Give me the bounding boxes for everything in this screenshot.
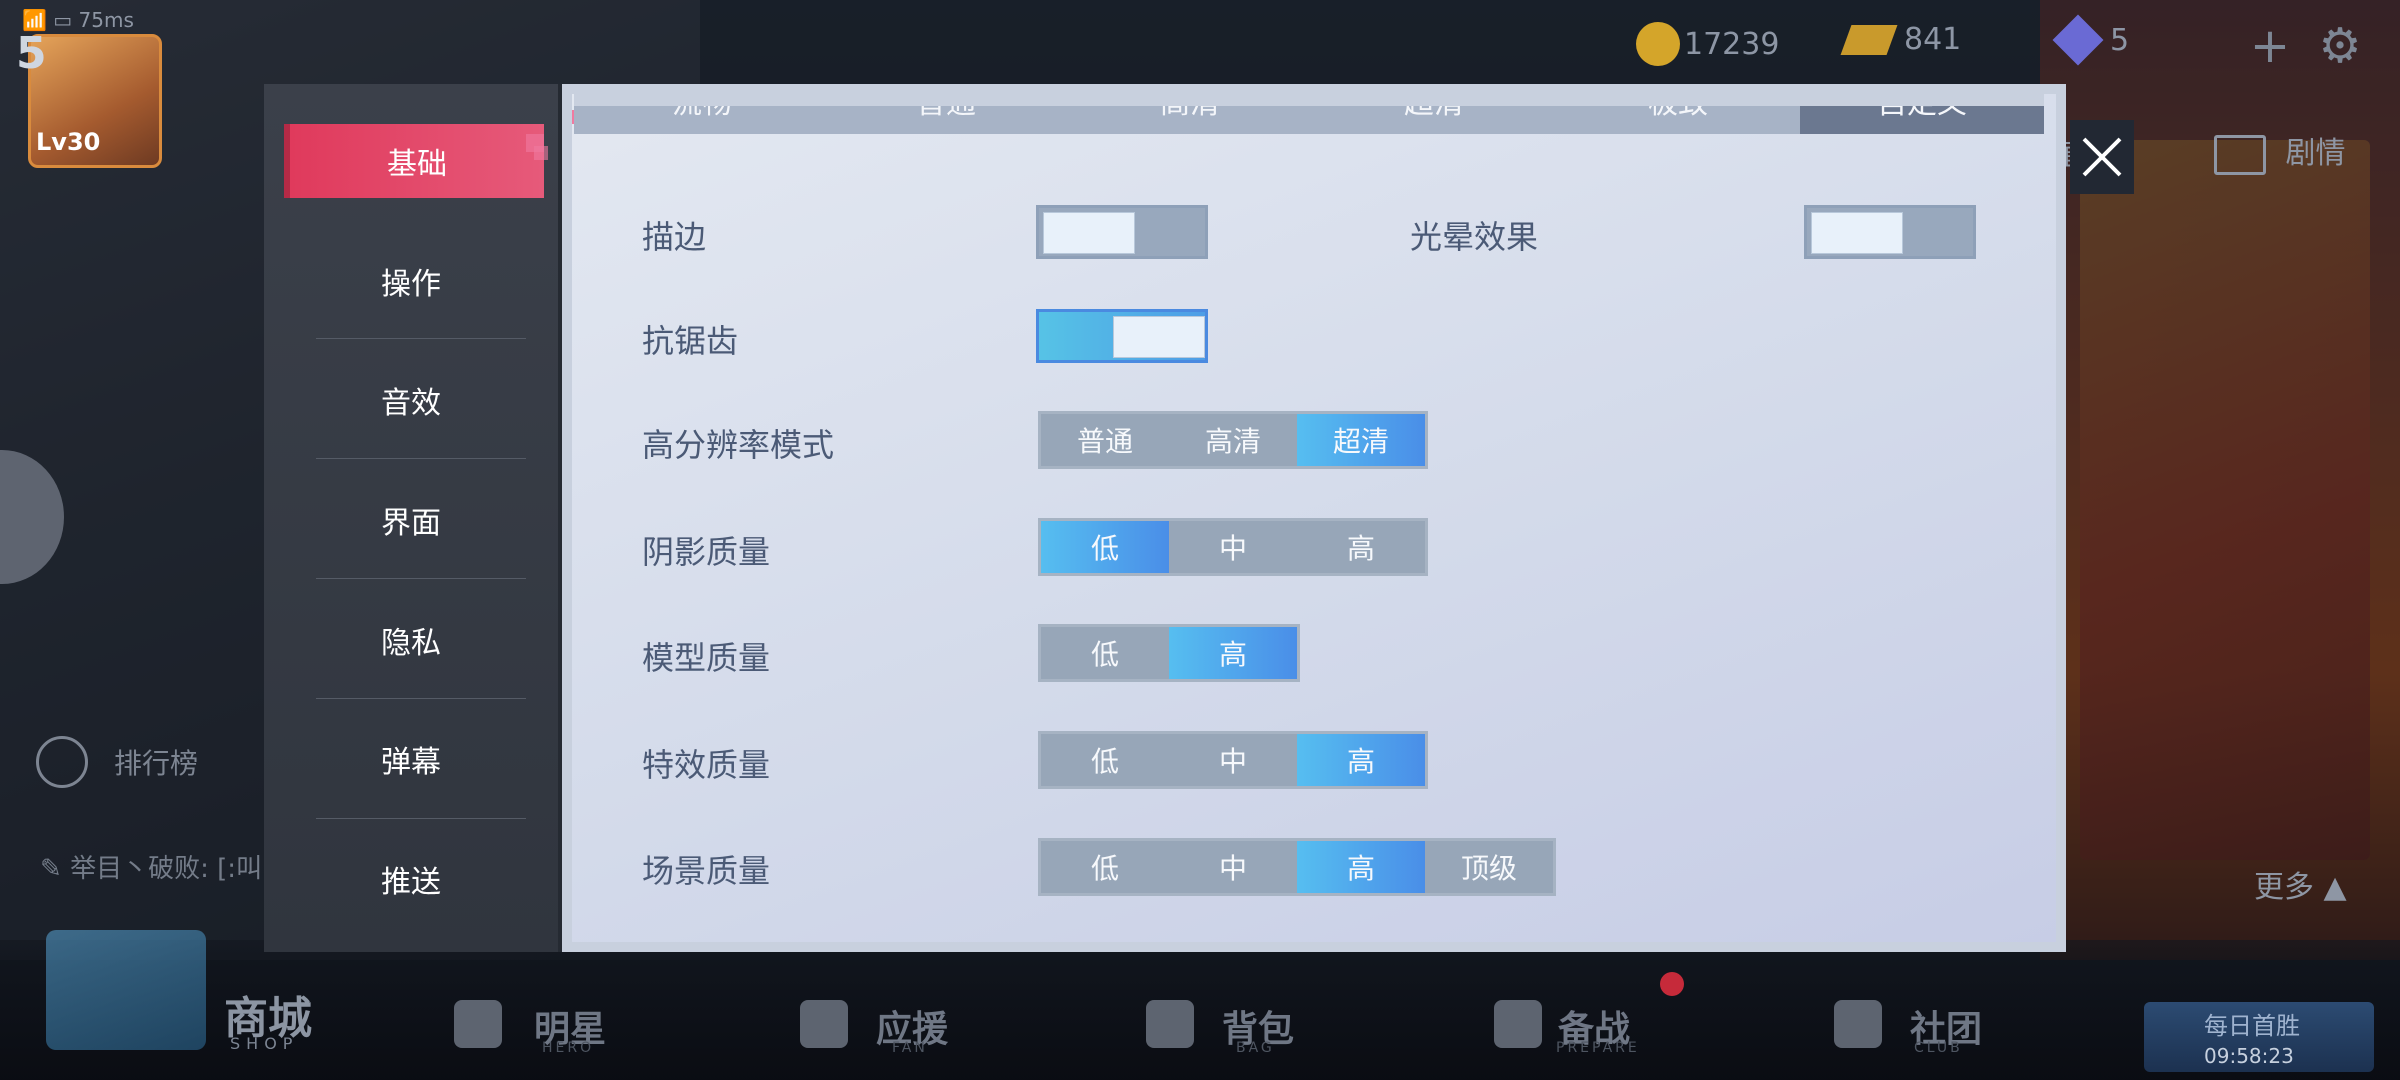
resolution-option-hd[interactable]: 高清 <box>1169 414 1297 466</box>
shadow-label: 阴影质量 <box>642 533 771 571</box>
coin-amount: 17239 <box>1684 26 1780 62</box>
gear-icon[interactable]: ⚙ <box>2314 20 2366 72</box>
tab-divider <box>316 578 526 579</box>
club-icon <box>1834 1000 1882 1048</box>
close-icon <box>2082 137 2122 177</box>
outline-toggle[interactable] <box>1036 205 1208 259</box>
shadow-option-medium[interactable]: 中 <box>1169 521 1297 573</box>
coin-balance[interactable]: 17239 <box>1636 22 1779 66</box>
tab-privacy[interactable]: 隐私 <box>284 603 538 677</box>
scene-option-top[interactable]: 顶级 <box>1425 841 1553 893</box>
top-hud: 📶 ▭ 75ms 5 Lv30 17239 841 5 + ⚙ <box>0 0 2400 168</box>
glow-label: 光晕效果 <box>1410 218 1539 256</box>
chat-text: 举目丶破败: [:叫 <box>70 854 262 884</box>
leaderboard-button[interactable]: 排行榜 <box>36 736 198 788</box>
glow-toggle[interactable] <box>1804 205 1976 259</box>
gold-amount: 841 <box>1904 22 1962 57</box>
shop-icon[interactable] <box>46 930 206 1050</box>
daily-first-win-title: 每日首胜 <box>2204 1012 2300 1040</box>
tab-controls[interactable]: 操作 <box>284 244 538 318</box>
plus-icon[interactable]: + <box>2244 20 2296 72</box>
gold-balance[interactable]: 841 <box>1840 22 1962 57</box>
story-button[interactable]: 剧情 <box>2214 128 2346 175</box>
tab-divider <box>316 458 526 459</box>
nav-club-sub: CLUB <box>1914 1040 1963 1056</box>
effects-option-high[interactable]: 高 <box>1297 734 1425 786</box>
tab-interface[interactable]: 界面 <box>284 483 538 557</box>
chat-icon: ✎ <box>40 854 71 884</box>
tab-push[interactable]: 推送 <box>284 842 538 916</box>
resolution-option-ultra[interactable]: 超清 <box>1297 414 1425 466</box>
ping-label: 75ms <box>78 8 134 32</box>
film-icon <box>2214 134 2266 175</box>
antialias-toggle[interactable] <box>1036 309 1208 363</box>
effects-label: 特效质量 <box>642 746 771 784</box>
scene-label: 场景质量 <box>642 852 771 890</box>
fan-icon <box>800 1000 848 1048</box>
tab-divider <box>316 698 526 699</box>
more-button[interactable]: 更多 ▲ <box>2254 862 2347 906</box>
leaderboard-icon <box>36 736 88 788</box>
scene-selector: 低 中 高 顶级 <box>1038 838 1556 896</box>
model-selector: 低 高 <box>1038 624 1300 682</box>
resolution-label: 高分辨率模式 <box>642 426 835 464</box>
leaderboard-label: 排行榜 <box>114 747 199 780</box>
model-label: 模型质量 <box>642 639 771 677</box>
decor-square <box>534 146 548 160</box>
scene-option-low[interactable]: 低 <box>1041 841 1169 893</box>
model-option-high[interactable]: 高 <box>1169 627 1297 679</box>
shadow-selector: 低 中 高 <box>1038 518 1428 576</box>
resolution-option-normal[interactable]: 普通 <box>1041 414 1169 466</box>
nav-prepare-sub: PREPARE <box>1556 1040 1640 1056</box>
nav-shop-sub: SHOP <box>230 1034 299 1053</box>
battery-icon: ▭ <box>53 8 73 32</box>
resolution-selector: 普通 高清 超清 <box>1038 411 1428 469</box>
panel-top-edge <box>574 84 2044 106</box>
gem-amount: 5 <box>2110 22 2130 58</box>
effects-option-low[interactable]: 低 <box>1041 734 1169 786</box>
bag-icon <box>1146 1000 1194 1048</box>
toggle-knob <box>1113 316 1205 358</box>
shadow-option-high[interactable]: 高 <box>1297 521 1425 573</box>
coin-icon <box>1636 22 1680 66</box>
player-level: Lv30 <box>36 128 101 156</box>
chat-preview[interactable]: ✎ 举目丶破败: [:叫 <box>40 848 262 885</box>
nav-hero-sub: HERO <box>542 1040 595 1056</box>
toggle-knob <box>1811 212 1903 254</box>
story-label: 剧情 <box>2285 136 2346 171</box>
antialias-label: 抗锯齿 <box>642 322 739 360</box>
gem-icon <box>2052 14 2104 66</box>
prepare-icon <box>1494 1000 1542 1048</box>
shadow-option-low[interactable]: 低 <box>1041 521 1169 573</box>
nav-bag-sub: BAG <box>1236 1040 1275 1056</box>
effects-option-medium[interactable]: 中 <box>1169 734 1297 786</box>
tab-divider <box>316 818 526 819</box>
bottom-nav <box>0 940 2400 1080</box>
gem-balance[interactable]: 5 <box>2052 14 2130 66</box>
level-badge: 5 <box>16 28 47 79</box>
nav-fan-sub: FAN <box>892 1040 928 1056</box>
tab-danmaku[interactable]: 弹幕 <box>284 722 538 796</box>
toggle-knob <box>1043 212 1135 254</box>
tab-audio[interactable]: 音效 <box>284 363 538 437</box>
close-button[interactable] <box>2070 120 2134 194</box>
outline-label: 描边 <box>642 218 707 256</box>
effects-selector: 低 中 高 <box>1038 731 1428 789</box>
tab-basic[interactable]: 基础 <box>284 124 544 198</box>
scene-option-high[interactable]: 高 <box>1297 841 1425 893</box>
hero-icon <box>454 1000 502 1048</box>
gold-bar-icon <box>1840 24 1898 55</box>
notification-dot <box>1660 972 1684 996</box>
daily-first-win-timer: 09:58:23 <box>2204 1044 2294 1068</box>
scene-option-medium[interactable]: 中 <box>1169 841 1297 893</box>
model-option-low[interactable]: 低 <box>1041 627 1169 679</box>
tab-divider <box>316 338 526 339</box>
